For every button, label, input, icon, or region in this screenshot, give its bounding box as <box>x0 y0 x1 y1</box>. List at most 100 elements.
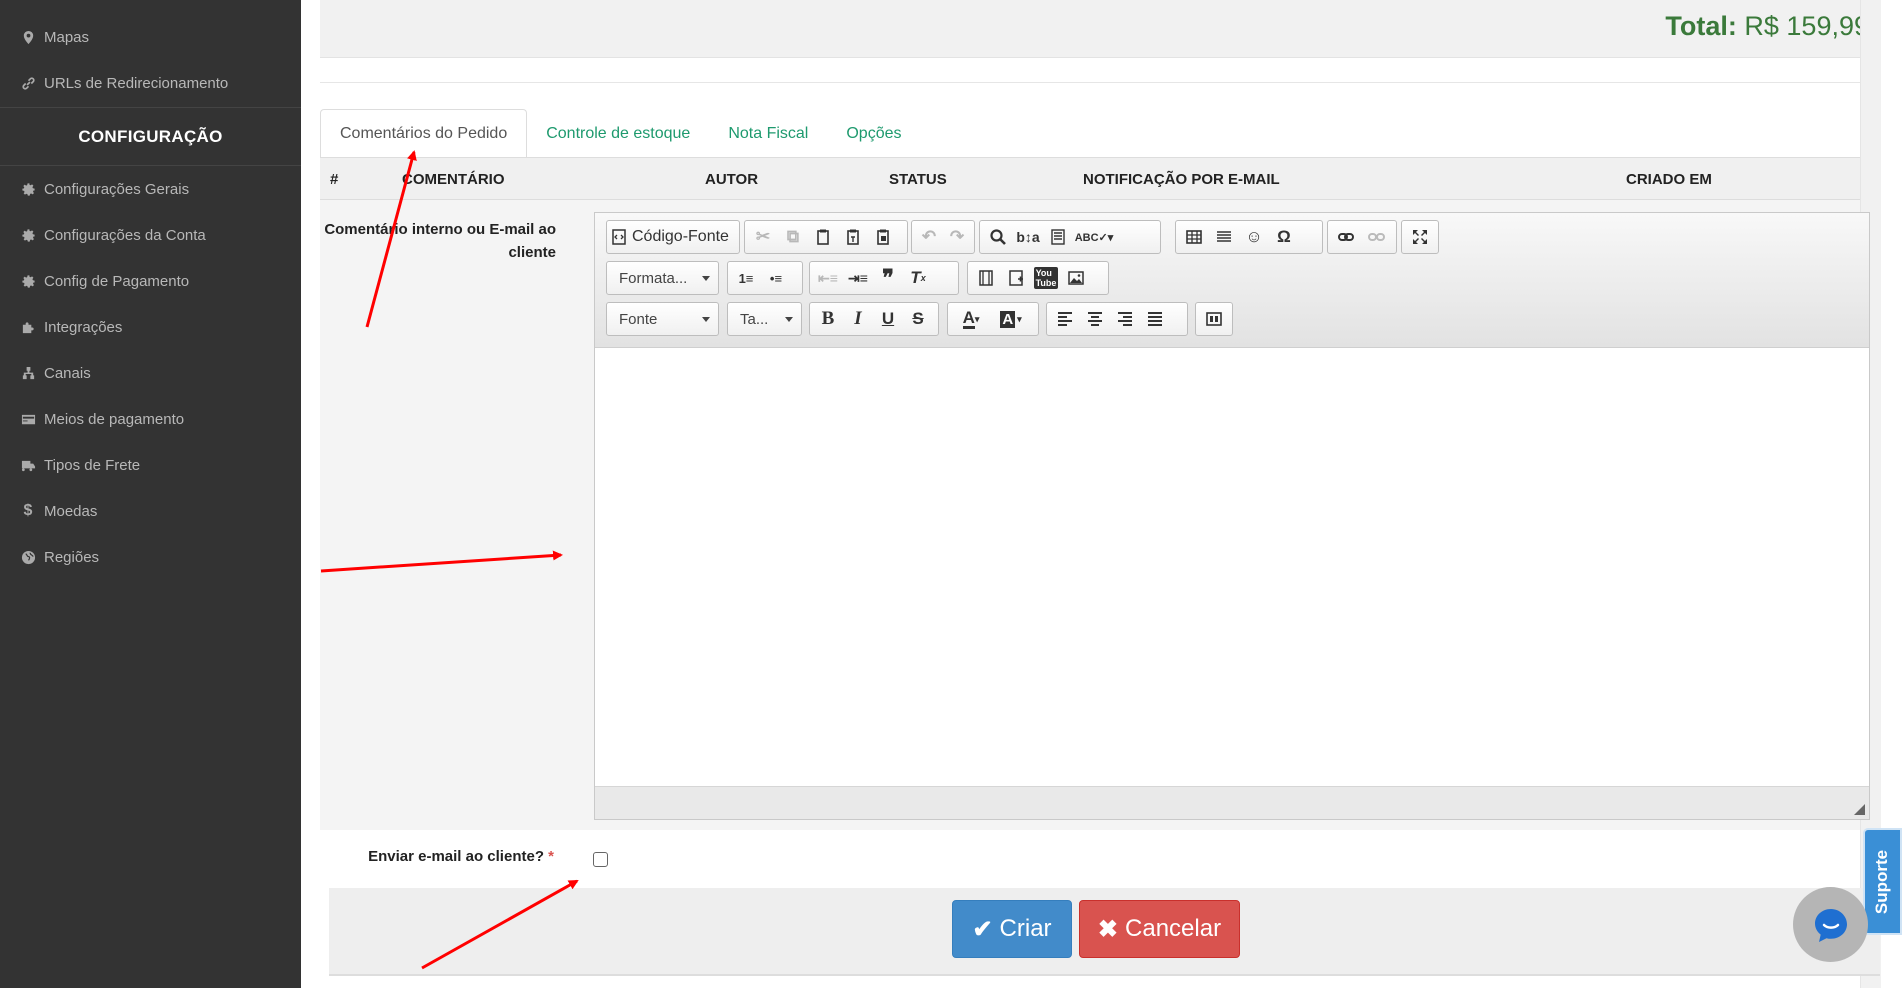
redo-icon[interactable]: ↷ <box>943 223 971 251</box>
youtube-icon[interactable]: You Tube <box>1031 264 1061 292</box>
horizontal-line-icon[interactable] <box>1209 223 1239 251</box>
support-tab[interactable]: Suporte <box>1863 828 1902 935</box>
globe-icon <box>20 549 36 565</box>
cancel-button-label: Cancelar <box>1125 915 1222 942</box>
select-all-icon[interactable] <box>1043 223 1073 251</box>
tab-opcoes[interactable]: Opções <box>827 109 920 158</box>
image-icon[interactable] <box>1061 264 1091 292</box>
page-break-icon[interactable] <box>1001 264 1031 292</box>
undo-icon[interactable]: ↶ <box>915 223 943 251</box>
check-icon: ✔ <box>972 915 993 943</box>
paste-text-icon[interactable] <box>838 223 868 251</box>
background-color-icon[interactable]: A ▾ <box>991 305 1031 333</box>
numbered-list-icon[interactable]: 1≡ <box>731 264 761 292</box>
font-combo[interactable]: Fonte <box>606 302 719 336</box>
toolbar-group-source: Código-Fonte <box>606 220 740 254</box>
table-icon[interactable] <box>1179 223 1209 251</box>
credit-card-icon <box>20 411 36 427</box>
chevron-down-icon <box>702 276 710 281</box>
sidebar-item-urls-redirecionamento[interactable]: URLs de Redirecionamento <box>0 60 301 106</box>
blockquote-icon[interactable]: ❞ <box>873 264 903 292</box>
cancel-button[interactable]: ✖ Cancelar <box>1079 900 1240 958</box>
send-email-checkbox[interactable] <box>593 852 608 867</box>
link-icon[interactable] <box>1331 223 1361 251</box>
column-header-autor: AUTOR <box>705 171 759 188</box>
column-header-comentario: COMENTÁRIO <box>402 171 505 188</box>
smiley-icon[interactable]: ☺ <box>1239 223 1269 251</box>
editor-content-area[interactable] <box>595 348 1869 788</box>
outdent-icon[interactable]: ⇤≡ <box>813 264 843 292</box>
column-header-status: STATUS <box>889 171 947 188</box>
align-center-icon[interactable] <box>1080 305 1110 333</box>
copy-icon[interactable]: ⧉ <box>778 223 808 251</box>
tab-controle-estoque[interactable]: Controle de estoque <box>527 109 709 158</box>
sidebar-item-mapas[interactable]: Mapas <box>0 14 301 60</box>
sidebar-item-label: Moedas <box>44 502 98 520</box>
chat-launcher-button[interactable] <box>1793 887 1868 962</box>
gear-icon <box>20 227 36 243</box>
remove-format-icon[interactable]: Tx <box>903 264 933 292</box>
find-icon[interactable] <box>983 223 1013 251</box>
chat-bubble-icon <box>1814 908 1847 942</box>
bold-icon[interactable]: B <box>813 305 843 333</box>
size-combo-label: Ta... <box>740 310 769 328</box>
paste-icon[interactable] <box>808 223 838 251</box>
sidebar-item-label: Tipos de Frete <box>44 456 141 474</box>
toolbar-group-links <box>1327 220 1397 254</box>
toolbar-group-clipboard: ✂ ⧉ <box>744 220 908 254</box>
sidebar-item-label: Mapas <box>44 28 90 46</box>
sidebar-item-configuracoes-gerais[interactable]: Configurações Gerais <box>0 166 301 212</box>
text-color-icon[interactable]: A ▾ <box>951 305 991 333</box>
flash-icon[interactable] <box>971 264 1001 292</box>
support-tab-label: Suporte <box>1872 849 1892 914</box>
italic-icon[interactable]: I <box>843 305 873 333</box>
justify-icon[interactable] <box>1140 305 1170 333</box>
link-icon <box>20 75 36 91</box>
align-left-icon[interactable] <box>1050 305 1080 333</box>
sidebar-item-canais[interactable]: Canais <box>0 350 301 396</box>
show-blocks-icon[interactable] <box>1199 305 1229 333</box>
cut-icon[interactable]: ✂ <box>748 223 778 251</box>
format-combo[interactable]: Formata... <box>606 261 719 295</box>
sidebar-item-moedas[interactable]: $ Moedas <box>0 488 301 534</box>
underline-icon[interactable]: U <box>873 305 903 333</box>
column-header-notificacao: NOTIFICAÇÃO POR E-MAIL <box>1083 171 1280 188</box>
resize-handle-icon[interactable] <box>1854 804 1865 815</box>
tab-bar: Comentários do Pedido Controle de estoqu… <box>320 109 921 158</box>
unlink-icon[interactable] <box>1361 223 1391 251</box>
indent-icon[interactable]: ⇥≡ <box>843 264 873 292</box>
replace-icon[interactable]: b↕a <box>1013 223 1043 251</box>
sidebar-item-regioes[interactable]: Regiões <box>0 534 301 580</box>
toolbar-group-colors: A ▾ A ▾ <box>947 302 1039 336</box>
toolbar-group-blocks-view <box>1195 302 1233 336</box>
gear-icon <box>20 181 36 197</box>
size-combo[interactable]: Ta... <box>727 302 802 336</box>
maximize-icon[interactable] <box>1405 223 1435 251</box>
align-right-icon[interactable] <box>1110 305 1140 333</box>
toolbar-group-media: You Tube <box>967 261 1109 295</box>
strikethrough-icon[interactable]: S <box>903 305 933 333</box>
sidebar-item-configuracoes-conta[interactable]: Configurações da Conta <box>0 212 301 258</box>
column-header-number: # <box>330 171 339 188</box>
spellcheck-icon[interactable]: ABC✓▾ <box>1073 223 1115 251</box>
sidebar-item-meios-pagamento[interactable]: Meios de pagamento <box>0 396 301 442</box>
toolbar-group-text-style: B I U S <box>809 302 939 336</box>
format-combo-label: Formata... <box>619 269 688 287</box>
bulleted-list-icon[interactable]: •≡ <box>761 264 791 292</box>
create-button-label: Criar <box>999 915 1052 942</box>
column-header-criado-em: CRIADO EM <box>1626 171 1712 188</box>
special-char-icon[interactable]: Ω <box>1269 223 1299 251</box>
paste-word-icon[interactable] <box>868 223 898 251</box>
toolbar-group-lists: 1≡ •≡ <box>727 261 803 295</box>
divider <box>320 82 1881 83</box>
source-code-button[interactable]: Código-Fonte <box>632 228 729 246</box>
tab-nota-fiscal[interactable]: Nota Fiscal <box>709 109 827 158</box>
tab-comentarios-pedido[interactable]: Comentários do Pedido <box>320 109 528 158</box>
chevron-down-icon <box>785 317 793 322</box>
create-button[interactable]: ✔ Criar <box>952 900 1072 958</box>
send-email-label-text: Enviar e-mail ao cliente? <box>368 848 544 865</box>
sidebar-item-tipos-frete[interactable]: Tipos de Frete <box>0 442 301 488</box>
sidebar-item-integracoes[interactable]: Integrações <box>0 304 301 350</box>
sidebar: Mapas URLs de Redirecionamento CONFIGURA… <box>0 0 301 988</box>
sidebar-item-config-pagamento[interactable]: Config de Pagamento <box>0 258 301 304</box>
